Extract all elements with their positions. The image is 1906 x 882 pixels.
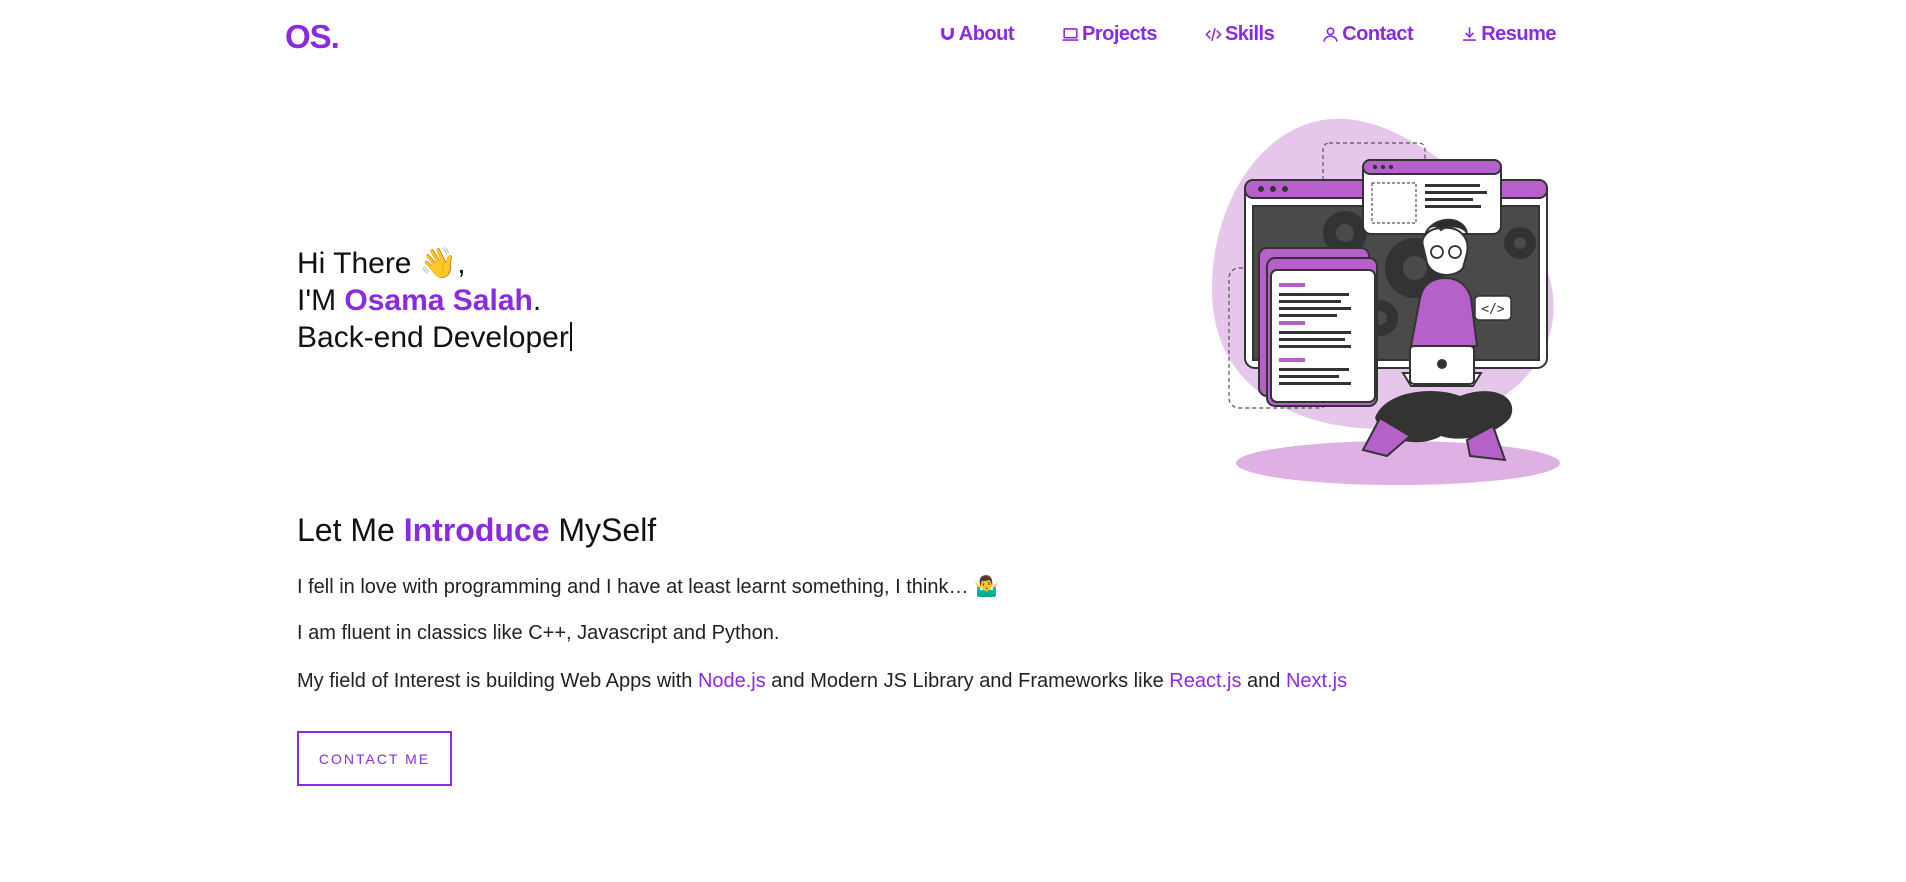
main-nav: About Projects Skills Contact Resume [938, 23, 1556, 46]
hero-name: Osama Salah [344, 284, 533, 317]
hero-greeting-line: Hi There 👋, [297, 245, 572, 282]
nav-resume-label: Resume [1481, 23, 1556, 45]
developer-illustration: </> [1211, 118, 1560, 485]
download-icon [1463, 27, 1477, 41]
hero-intro: Hi There 👋, I'M Osama Salah. Back-end De… [297, 245, 572, 356]
nav-contact[interactable]: Contact [1321, 23, 1414, 46]
hero-name-line: I'M Osama Salah. [297, 282, 572, 319]
svg-text:</>: </> [1481, 302, 1505, 317]
nav-resume[interactable]: Resume [1460, 23, 1556, 46]
reactjs-link[interactable]: React.js [1169, 670, 1241, 692]
code-icon [1205, 27, 1222, 42]
nav-projects[interactable]: Projects [1061, 23, 1157, 46]
laptop-icon [1062, 28, 1079, 41]
nav-about[interactable]: About [938, 23, 1015, 46]
intro-title-end: MySelf [549, 512, 657, 548]
nextjs-link[interactable]: Next.js [1286, 670, 1347, 692]
contact-me-button[interactable]: CONTACT ME [297, 731, 452, 786]
nav-skills-label: Skills [1224, 23, 1275, 45]
magnet-icon [940, 28, 954, 40]
nav-about-label: About [958, 23, 1015, 45]
intro-title-accent: Introduce [403, 512, 550, 548]
hero-name-suffix: . [532, 284, 542, 317]
intro-paragraph-3: My field of Interest is building Web App… [297, 670, 1347, 693]
logo[interactable]: OS. [285, 18, 340, 56]
nav-skills[interactable]: Skills [1204, 23, 1275, 46]
typing-cursor [569, 322, 572, 351]
intro-paragraph-2: I am fluent in classics like C++, Javasc… [297, 622, 780, 644]
nodejs-link[interactable]: Node.js [698, 670, 766, 692]
nav-projects-label: Projects [1082, 23, 1157, 45]
hero-role-line: Back-end Developer [297, 319, 572, 356]
intro-p3-start: My field of Interest is building Web App… [297, 670, 698, 692]
hero-role: Back-end Developer [297, 321, 569, 354]
intro-paragraph-1: I fell in love with programming and I ha… [297, 576, 999, 598]
wave-emoji: 👋 [419, 247, 458, 280]
hero-im-prefix: I'M [297, 284, 345, 317]
nav-contact-label: Contact [1342, 23, 1414, 45]
intro-p3-mid: and Modern JS Library and Frameworks lik… [765, 670, 1170, 692]
hero-greeting-suffix: , [457, 247, 466, 280]
intro-p3-and: and [1241, 670, 1286, 692]
intro-title: Let Me Introduce MySelf [297, 512, 656, 549]
hero-greeting: Hi There [297, 247, 412, 280]
intro-title-start: Let Me [297, 512, 404, 548]
user-icon [1323, 27, 1338, 42]
